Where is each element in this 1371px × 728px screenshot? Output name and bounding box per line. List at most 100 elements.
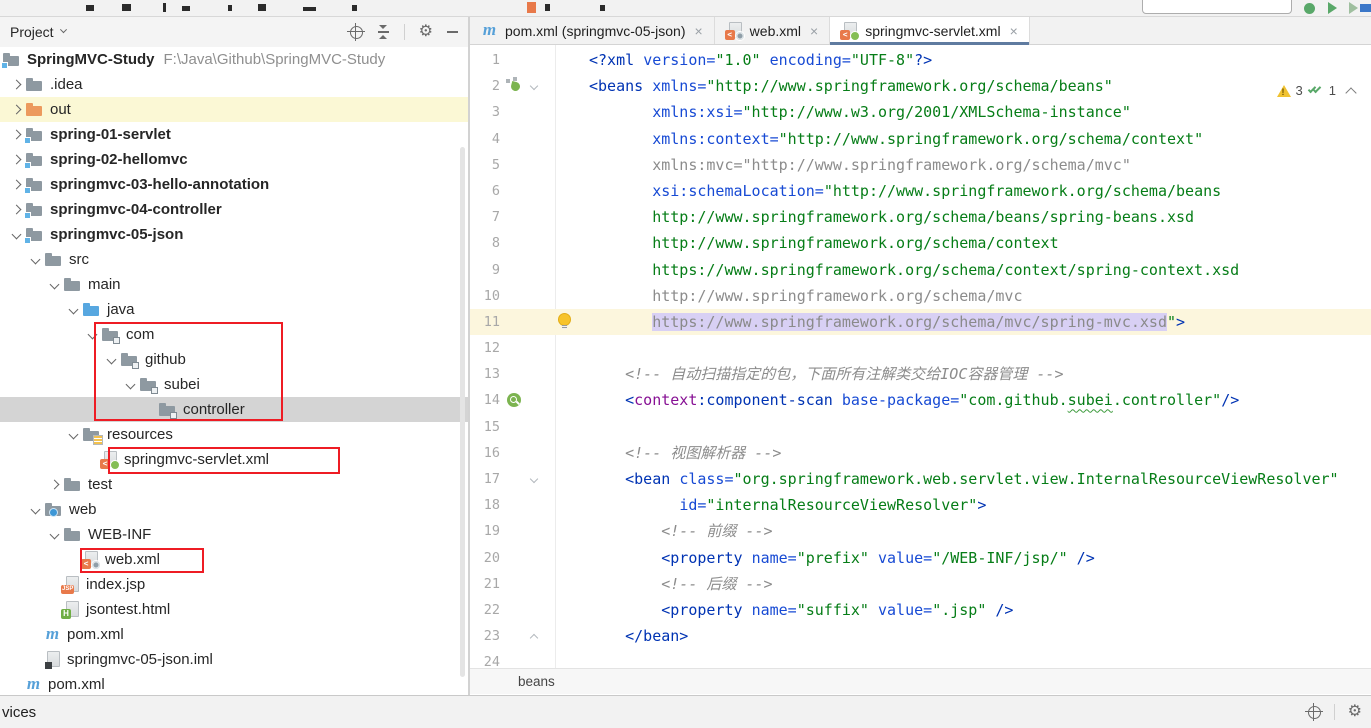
- chevron-down-icon[interactable]: [122, 381, 139, 388]
- code-line[interactable]: 20 <property name="prefix" value="/WEB-I…: [470, 545, 1371, 571]
- chevron-right-icon[interactable]: [8, 181, 25, 188]
- breadcrumb[interactable]: beans: [518, 674, 555, 689]
- tree-item[interactable]: spring-01-servlet: [0, 122, 468, 147]
- chevron-up-icon[interactable]: [1345, 87, 1356, 98]
- line-number[interactable]: 19: [470, 518, 500, 544]
- tree-item[interactable]: Hjsontest.html: [0, 597, 468, 622]
- code-line[interactable]: 2<beans xmlns="http://www.springframewor…: [470, 73, 1371, 99]
- line-number[interactable]: 12: [470, 335, 500, 361]
- tree-item[interactable]: SpringMVC-StudyF:\Java\Github\SpringMVC-…: [0, 47, 468, 72]
- chevron-right-icon[interactable]: [8, 206, 25, 213]
- code-line[interactable]: 4 xmlns:context="http://www.springframew…: [470, 126, 1371, 152]
- run-icon[interactable]: [1304, 3, 1315, 14]
- chevron-down-icon[interactable]: [103, 356, 120, 363]
- tree-item[interactable]: mpom.xml: [0, 672, 468, 695]
- tree-item[interactable]: WEB-INF: [0, 522, 468, 547]
- fold-marker-icon[interactable]: [528, 623, 544, 649]
- line-number[interactable]: 3: [470, 99, 500, 125]
- code-line[interactable]: 7 http://www.springframework.org/schema/…: [470, 204, 1371, 230]
- line-number[interactable]: 13: [470, 361, 500, 387]
- line-number[interactable]: 24: [470, 649, 500, 668]
- tree-item[interactable]: controller: [0, 397, 468, 422]
- code-line[interactable]: 15: [470, 414, 1371, 440]
- line-number[interactable]: 6: [470, 178, 500, 204]
- code-line[interactable]: 18 id="internalResourceViewResolver">: [470, 492, 1371, 518]
- tree-item[interactable]: resources: [0, 422, 468, 447]
- chevron-down-icon[interactable]: [46, 531, 63, 538]
- chevron-down-icon[interactable]: [65, 306, 82, 313]
- gear-icon[interactable]: ⚙: [1348, 704, 1362, 720]
- line-number[interactable]: 1: [470, 47, 500, 73]
- tree-item[interactable]: spring-02-hellomvc: [0, 147, 468, 172]
- line-number[interactable]: 23: [470, 623, 500, 649]
- line-number[interactable]: 22: [470, 597, 500, 623]
- chevron-right-icon[interactable]: [8, 81, 25, 88]
- services-label[interactable]: vices: [2, 704, 36, 721]
- code-line[interactable]: 24: [470, 649, 1371, 668]
- line-number[interactable]: 11: [470, 309, 500, 335]
- chevron-down-icon[interactable]: [27, 256, 44, 263]
- coverage-icon[interactable]: [1360, 4, 1371, 12]
- tree-item[interactable]: mpom.xml: [0, 622, 468, 647]
- close-icon[interactable]: ×: [1010, 23, 1018, 39]
- close-icon[interactable]: ×: [810, 23, 818, 39]
- line-number[interactable]: 2: [470, 73, 500, 99]
- code-line[interactable]: 5 xmlns:mvc="http://www.springframework.…: [470, 152, 1371, 178]
- tree-scrollbar[interactable]: [460, 147, 465, 677]
- tree-item[interactable]: web: [0, 497, 468, 522]
- chevron-right-icon[interactable]: [8, 131, 25, 138]
- editor-tab[interactable]: mpom.xml (springmvc-05-json)×: [470, 17, 715, 44]
- code-line[interactable]: 13 <!-- 自动扫描指定的包，下面所有注解类交给IOC容器管理 -->: [470, 361, 1371, 387]
- line-number[interactable]: 8: [470, 230, 500, 256]
- intention-bulb-icon[interactable]: [559, 314, 570, 325]
- tree-item[interactable]: springmvc-05-json: [0, 222, 468, 247]
- code-line[interactable]: 19 <!-- 前缀 -->: [470, 518, 1371, 544]
- component-scan-gutter-icon[interactable]: [504, 387, 528, 413]
- locate-file-icon[interactable]: [350, 26, 363, 39]
- code-line[interactable]: 22 <property name="suffix" value=".jsp" …: [470, 597, 1371, 623]
- tree-item[interactable]: .idea: [0, 72, 468, 97]
- tree-item[interactable]: github: [0, 347, 468, 372]
- tree-item[interactable]: JSPindex.jsp: [0, 572, 468, 597]
- tree-item[interactable]: <web.xml: [0, 547, 468, 572]
- code-line[interactable]: 12: [470, 335, 1371, 361]
- line-number[interactable]: 4: [470, 126, 500, 152]
- inspections-widget[interactable]: 3 1: [1274, 82, 1358, 99]
- tree-item[interactable]: com: [0, 322, 468, 347]
- code-line[interactable]: 3 xmlns:xsi="http://www.w3.org/2001/XMLS…: [470, 99, 1371, 125]
- chevron-down-icon[interactable]: [84, 331, 101, 338]
- chevron-right-icon[interactable]: [8, 156, 25, 163]
- tree-item[interactable]: springmvc-05-json.iml: [0, 647, 468, 672]
- line-number[interactable]: 10: [470, 283, 500, 309]
- code-line[interactable]: 1<?xml version="1.0" encoding="UTF-8"?>: [470, 47, 1371, 73]
- editor-tab[interactable]: <springmvc-servlet.xml×: [830, 17, 1030, 44]
- project-panel-title[interactable]: Project: [10, 24, 54, 40]
- code-line[interactable]: 11 https://www.springframework.org/schem…: [470, 309, 1371, 335]
- close-icon[interactable]: ×: [694, 23, 702, 39]
- code-line[interactable]: 9 https://www.springframework.org/schema…: [470, 257, 1371, 283]
- tree-item[interactable]: subei: [0, 372, 468, 397]
- line-number[interactable]: 15: [470, 414, 500, 440]
- tree-item[interactable]: springmvc-03-hello-annotation: [0, 172, 468, 197]
- line-number[interactable]: 17: [470, 466, 500, 492]
- tree-item[interactable]: out: [0, 97, 468, 122]
- line-number[interactable]: 21: [470, 571, 500, 597]
- code-line[interactable]: 6 xsi:schemaLocation="http://www.springf…: [470, 178, 1371, 204]
- line-number[interactable]: 18: [470, 492, 500, 518]
- chevron-right-icon[interactable]: [8, 106, 25, 113]
- collapse-all-icon[interactable]: [377, 25, 390, 39]
- code-line[interactable]: 23 </bean>: [470, 623, 1371, 649]
- fold-marker-icon[interactable]: [528, 73, 544, 99]
- line-number[interactable]: 14: [470, 387, 500, 413]
- code-line[interactable]: 16 <!-- 视图解析器 -->: [470, 440, 1371, 466]
- tree-item[interactable]: java: [0, 297, 468, 322]
- chevron-down-icon[interactable]: [60, 26, 67, 33]
- code-line[interactable]: 10 http://www.springframework.org/schema…: [470, 283, 1371, 309]
- spring-config-gutter-icon[interactable]: [504, 73, 528, 99]
- tree-item[interactable]: test: [0, 472, 468, 497]
- chevron-down-icon[interactable]: [46, 281, 63, 288]
- tree-item[interactable]: springmvc-04-controller: [0, 197, 468, 222]
- hide-panel-icon[interactable]: [447, 31, 458, 33]
- code-editor[interactable]: 1<?xml version="1.0" encoding="UTF-8"?>2…: [470, 45, 1371, 668]
- editor-tab[interactable]: <web.xml×: [715, 17, 831, 44]
